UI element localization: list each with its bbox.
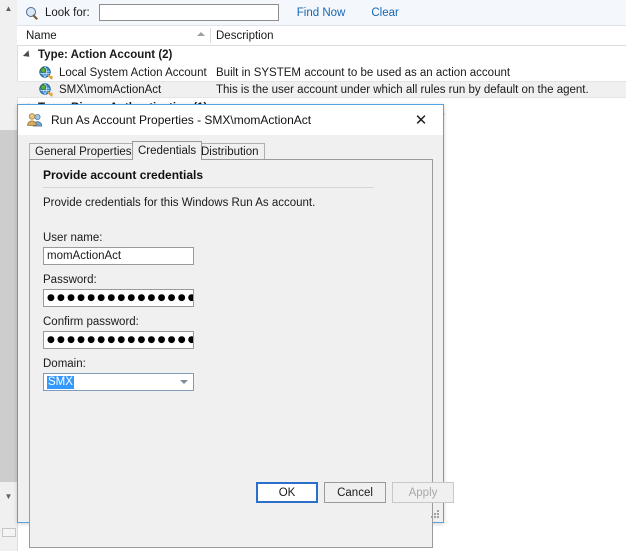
column-header-name[interactable]: Name <box>26 26 57 45</box>
confirm-password-input[interactable]: ●●●●●●●●●●●●●●● <box>43 331 194 349</box>
list-column-headers: Name Description <box>17 26 626 46</box>
resize-grip-icon[interactable] <box>430 509 440 519</box>
run-as-accounts-icon <box>27 112 43 128</box>
user-name-label: User name: <box>43 232 103 244</box>
look-for-label: Look for: <box>45 6 90 19</box>
console-vertical-scrollbar[interactable]: ▲ ▼ <box>0 0 18 551</box>
tab-distribution[interactable]: Distribution <box>195 143 265 160</box>
password-input[interactable]: ●●●●●●●●●●●●●●● <box>43 289 194 307</box>
scrollbar-thumb[interactable] <box>0 130 17 482</box>
row-name-smx-momactionact: SMX\momActionAct <box>59 83 162 96</box>
table-row[interactable]: Local System Action Account Built in SYS… <box>17 64 626 81</box>
confirm-password-label: Confirm password: <box>43 316 139 328</box>
close-icon[interactable]: ✕ <box>399 105 443 134</box>
sort-ascending-icon[interactable] <box>197 32 205 36</box>
ok-button[interactable]: OK <box>256 482 318 503</box>
row-description: This is the user account under which all… <box>216 83 589 96</box>
scroll-up-arrow-icon[interactable]: ▲ <box>0 0 17 17</box>
search-icon <box>25 6 39 20</box>
tab-label: Distribution <box>201 146 259 158</box>
run-as-account-icon <box>39 65 53 80</box>
tab-label: Credentials <box>138 145 197 157</box>
look-for-toolbar: Look for: Find Now Clear <box>17 0 626 26</box>
row-name-local-system-action-account: Local System Action Account <box>59 66 207 79</box>
tab-credentials[interactable]: Credentials <box>132 141 203 160</box>
group-header-label: Type: Action Account (2) <box>38 49 173 61</box>
chevron-down-icon[interactable] <box>180 380 188 384</box>
dialog-title-bar[interactable]: Run As Account Properties - SMX\momActio… <box>18 105 443 135</box>
find-now-button[interactable]: Find Now <box>297 7 346 19</box>
clear-button[interactable]: Clear <box>371 7 398 19</box>
domain-combobox[interactable]: SMX <box>43 373 194 391</box>
run-as-account-icon <box>39 82 53 97</box>
cancel-button[interactable]: Cancel <box>324 482 386 503</box>
section-divider <box>43 187 374 188</box>
password-label: Password: <box>43 274 97 286</box>
scroll-down-arrow-icon[interactable]: ▼ <box>0 488 17 505</box>
column-divider[interactable] <box>210 28 211 43</box>
group-header-action-account[interactable]: Type: Action Account (2) <box>17 46 172 64</box>
run-as-account-properties-dialog: Run As Account Properties - SMX\momActio… <box>17 104 454 548</box>
column-header-description[interactable]: Description <box>216 26 274 45</box>
tab-general-properties[interactable]: General Properties <box>29 143 138 160</box>
tab-label: General Properties <box>35 146 132 158</box>
row-description: Built in SYSTEM account to be used as an… <box>216 66 511 79</box>
section-help-text: Provide credentials for this Windows Run… <box>43 197 316 209</box>
user-name-input[interactable] <box>43 247 194 265</box>
apply-button: Apply <box>392 482 454 503</box>
table-row[interactable]: SMX\momActionAct This is the user accoun… <box>17 81 626 98</box>
expand-collapse-icon[interactable] <box>22 50 33 60</box>
domain-combobox-value: SMX <box>47 375 74 389</box>
dialog-title: Run As Account Properties - SMX\momActio… <box>51 113 312 127</box>
look-for-input[interactable] <box>98 4 279 21</box>
scrollbar-corner <box>2 528 16 537</box>
dialog-tab-strip: General Properties Credentials Distribut… <box>29 141 433 160</box>
run-as-accounts-list: Type: Action Account (2) Local System Ac… <box>17 46 626 114</box>
section-heading: Provide account credentials <box>43 168 204 182</box>
domain-label: Domain: <box>43 358 86 370</box>
